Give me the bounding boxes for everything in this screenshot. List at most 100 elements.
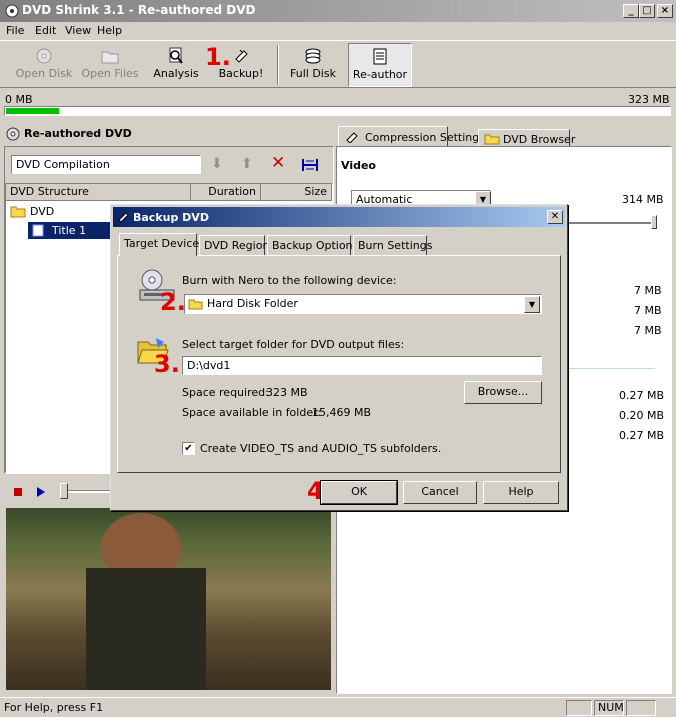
tab-label: DVD Browser — [503, 133, 576, 146]
tab-dvd-browser[interactable]: DVD Browser — [478, 129, 575, 147]
tab-label: Compression Settings — [365, 131, 485, 144]
size-progress-bar — [4, 106, 671, 116]
full-disk-button[interactable]: Full Disk — [286, 43, 340, 87]
space-available-label: Space available in folder: — [182, 406, 322, 419]
menu-help[interactable]: Help — [97, 24, 122, 37]
audio-size-3: 7 MB — [634, 324, 662, 337]
stop-icon[interactable] — [14, 488, 22, 496]
backup-icon — [118, 212, 129, 223]
disc-icon — [6, 127, 20, 141]
target-folder-label: Select target folder for DVD output file… — [182, 338, 405, 351]
audio-size-1: 7 MB — [634, 284, 662, 297]
device-select[interactable]: Hard Disk Folder — [184, 294, 542, 314]
folder-icon — [188, 299, 203, 310]
subtitle-size-1: 0.27 MB — [619, 389, 665, 402]
minimize-button[interactable]: _ — [623, 4, 639, 18]
tab-target-device[interactable]: Target Device — [119, 233, 199, 256]
video-section-title: Video — [341, 159, 376, 172]
analysis-label: Analysis — [153, 67, 199, 80]
full-disk-label: Full Disk — [290, 67, 336, 80]
magnifier-icon — [169, 47, 183, 64]
audio-size-2: 7 MB — [634, 304, 662, 317]
left-panel-title: Re-authored DVD — [24, 127, 132, 140]
disc-icon — [36, 48, 52, 64]
compilation-name-input[interactable]: DVD Compilation — [11, 155, 201, 174]
tab-dvd-region[interactable]: DVD Region — [199, 235, 269, 255]
menu-file[interactable]: File — [6, 24, 24, 37]
status-caps — [566, 700, 592, 716]
status-num: NUM — [594, 700, 624, 716]
dialog-title-bar: Backup DVD ✕ — [113, 207, 565, 227]
divider — [565, 368, 655, 369]
ok-button[interactable]: OK — [320, 480, 398, 505]
open-files-label: Open Files — [81, 67, 139, 80]
close-button[interactable]: × — [657, 4, 673, 18]
step-3-marker: 3. — [154, 350, 180, 378]
space-available-value: 15,469 MB — [312, 406, 372, 419]
chevron-down-icon[interactable]: ▼ — [524, 296, 540, 313]
compression-icon — [346, 132, 358, 143]
subfolders-checkbox-label: Create VIDEO_TS and AUDIO_TS subfolders. — [200, 442, 442, 455]
tab-content: Burn with Nero to the following device: … — [117, 255, 561, 473]
browse-button[interactable]: Browse... — [464, 381, 542, 404]
dialog-close-button[interactable]: ✕ — [547, 210, 563, 224]
status-scroll — [626, 700, 656, 716]
status-bar: For Help, press F1 NUM — [0, 697, 676, 717]
move-up-icon[interactable]: ⬆ — [241, 156, 253, 172]
analysis-button[interactable]: Analysis — [148, 43, 204, 87]
window-title-bar: DVD Shrink 3.1 - Re-authored DVD _ □ × — [0, 0, 676, 22]
column-size[interactable]: Size — [261, 184, 332, 201]
title-icon — [32, 224, 44, 237]
subtitle-size-2: 0.20 MB — [619, 409, 665, 422]
delete-icon[interactable]: ✕ — [271, 153, 285, 173]
size-progress-fill — [6, 108, 59, 114]
re-author-button[interactable]: Re-author — [348, 43, 412, 87]
backup-button[interactable]: Backup! — [214, 43, 268, 87]
open-disk-label: Open Disk — [15, 67, 73, 80]
menu-edit[interactable]: Edit — [35, 24, 56, 37]
space-required-label: Space required: — [182, 386, 269, 399]
open-files-button[interactable]: Open Files — [80, 43, 140, 87]
left-panel-header: Re-authored DVD — [4, 124, 330, 144]
video-preview — [6, 508, 331, 690]
menu-bar: File Edit View Help — [0, 22, 676, 40]
folder-icon — [10, 206, 26, 218]
menu-view[interactable]: View — [65, 24, 91, 37]
progress-min-label: 0 MB — [5, 93, 33, 106]
preview-figure-body — [86, 568, 206, 690]
tab-compression-settings[interactable]: Compression Settings — [338, 126, 485, 146]
app-icon — [5, 4, 19, 18]
video-slider-thumb[interactable] — [651, 215, 657, 229]
disc-stack-icon — [305, 48, 321, 64]
split-icon[interactable] — [301, 157, 319, 173]
backup-dvd-dialog: Backup DVD ✕ Target Device DVD Region Ba… — [110, 204, 568, 511]
step-2-marker: 2. — [160, 288, 186, 316]
play-icon[interactable] — [36, 486, 46, 498]
cancel-button[interactable]: Cancel — [403, 481, 477, 504]
move-down-icon[interactable]: ⬇ — [211, 156, 223, 172]
open-disk-button[interactable]: Open Disk — [14, 43, 74, 87]
tab-burn-settings[interactable]: Burn Settings — [353, 235, 432, 255]
column-dvd-structure[interactable]: DVD Structure — [6, 184, 191, 201]
column-duration[interactable]: Duration — [191, 184, 261, 201]
help-button[interactable]: Help — [483, 481, 559, 504]
backup-icon — [235, 49, 248, 63]
toolbar: Open Disk Open Files Analysis 1. Backup!… — [0, 40, 676, 88]
toolbar-separator — [277, 45, 279, 85]
maximize-button[interactable]: □ — [639, 4, 655, 18]
burn-device-label: Burn with Nero to the following device: — [182, 274, 397, 287]
dialog-title: Backup DVD — [133, 211, 209, 224]
space-required-value: 323 MB — [266, 386, 308, 399]
tree-item-label: DVD — [30, 205, 55, 218]
open-folder-icon — [101, 51, 119, 64]
re-author-label: Re-author — [352, 68, 408, 81]
target-folder-input[interactable]: D:\dvd1 — [182, 356, 542, 375]
subfolders-checkbox[interactable]: ✔ — [182, 442, 195, 455]
progress-max-label: 323 MB — [628, 93, 670, 106]
subtitle-size-3: 0.27 MB — [619, 429, 665, 442]
tab-backup-options[interactable]: Backup Options — [267, 235, 358, 255]
video-slider-track[interactable] — [569, 222, 657, 224]
re-author-icon — [373, 48, 387, 65]
seek-slider[interactable] — [60, 483, 68, 499]
folder-icon — [484, 134, 500, 145]
